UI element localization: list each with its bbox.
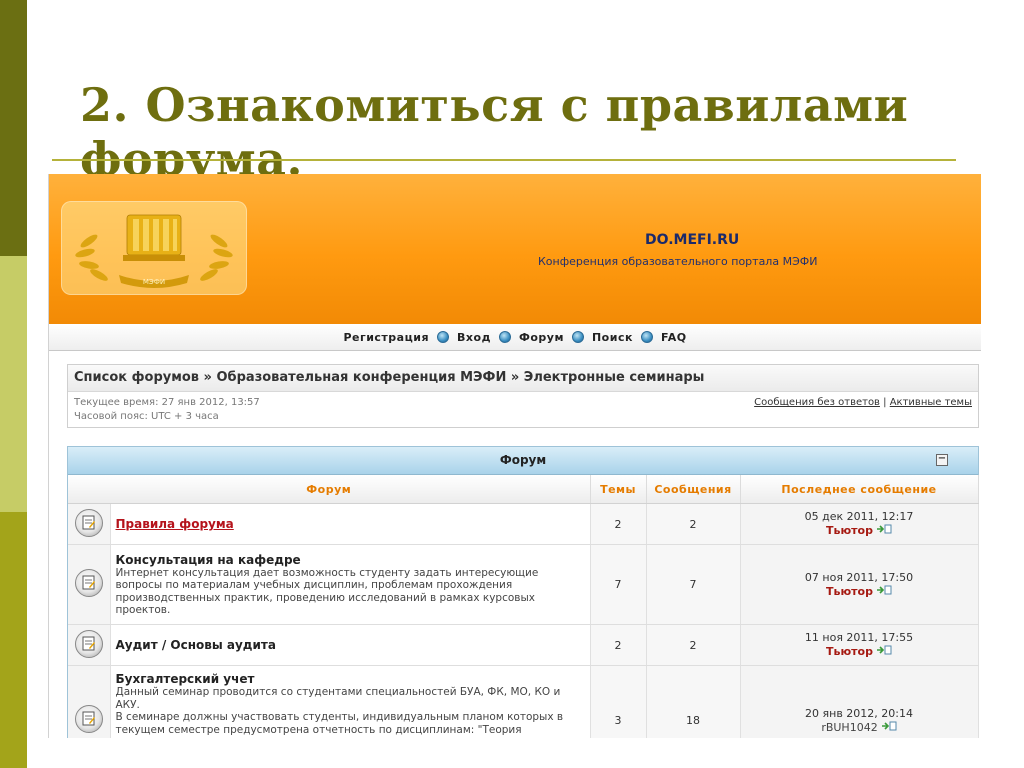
site-name[interactable]: DO.MEFI.RU [645, 232, 739, 248]
forum-description-continued: В семинаре должны участвовать студенты, … [115, 711, 564, 736]
decor-stripe-top [0, 0, 27, 256]
goto-last-post-icon[interactable] [876, 585, 892, 599]
column-header-topics: Темы [590, 475, 647, 504]
table-row: Консультация на кафедре Интернет консуль… [68, 544, 979, 625]
forum-read-icon [74, 569, 103, 597]
forum-read-icon [74, 705, 103, 733]
nav-bullet-icon [571, 331, 584, 343]
breadcrumb-panel: Список форумов » Образовательная конфере… [67, 364, 979, 428]
nav-register[interactable]: Регистрация [343, 331, 429, 344]
table-header-row: Форум Темы Сообщения Последнее сообщение [68, 475, 979, 504]
slide-title: 2. Ознакомиться с правилами форума. [80, 78, 909, 186]
link-unanswered-posts[interactable]: Сообщения без ответов [754, 397, 880, 408]
column-header-last-post: Последнее сообщение [740, 475, 979, 504]
table-row: Бухгалтерский учет Данный семинар провод… [68, 665, 979, 738]
decor-stripe-middle [0, 256, 27, 512]
breadcrumb-conference[interactable]: Образовательная конференция МЭФИ [216, 370, 506, 385]
last-post-cell: 07 ноя 2011, 17:50 Тьютор [740, 544, 979, 625]
last-post-date: 07 ноя 2011, 17:50 [804, 570, 914, 584]
quick-links: Сообщения без ответов | Активные темы [754, 396, 972, 410]
nav-search[interactable]: Поиск [592, 331, 633, 344]
forum-list-title: Форум [499, 453, 547, 467]
forum-link-rules[interactable]: Правила форума [112, 517, 589, 531]
forum-read-icon [74, 629, 103, 658]
last-post-cell: 05 дек 2011, 12:17 Тьютор [740, 503, 979, 545]
breadcrumb-seminars[interactable]: Электронные семинары [524, 370, 705, 385]
goto-last-post-icon[interactable] [881, 721, 897, 735]
last-post-cell: 20 янв 2012, 20:14 rBUH1042 [740, 665, 979, 738]
forum-screenshot: МЭФИ DO.MEFI.RU Конференция образователь… [48, 174, 981, 738]
goto-last-post-icon[interactable] [876, 524, 892, 538]
forum-read-icon [74, 508, 103, 537]
forum-description: Данный семинар проводится со студентами … [115, 686, 561, 711]
forum-link-accounting[interactable]: Бухгалтерский учет [112, 672, 589, 686]
table-row: Аудит / Основы аудита 2 2 11 ноя 2011, 1… [68, 624, 979, 666]
forum-table: Форум Темы Сообщения Последнее сообщение… [68, 475, 979, 738]
breadcrumb-forum-list[interactable]: Список форумов [74, 370, 199, 385]
last-post-cell: 11 ноя 2011, 17:55 Тьютор [740, 624, 979, 666]
last-post-author[interactable]: Тьютор [826, 585, 873, 598]
laurel-logo-icon: МЭФИ [75, 214, 233, 288]
nav-faq[interactable]: FAQ [661, 331, 687, 344]
last-post-date: 11 ноя 2011, 17:55 [804, 631, 914, 644]
forum-link-consultation[interactable]: Консультация на кафедре [112, 553, 589, 567]
posts-count: 2 [646, 624, 741, 666]
forum-list-panel: Форум − Форум Темы Сообщения Последнее с… [67, 446, 979, 738]
breadcrumb: Список форумов » Образовательная конфере… [68, 365, 978, 392]
forum-link-audit[interactable]: Аудит / Основы аудита [112, 638, 589, 652]
last-post-date: 05 дек 2011, 12:17 [804, 510, 914, 523]
nav-bullet-icon [437, 331, 450, 343]
topics-count: 3 [590, 665, 647, 738]
topics-count: 7 [590, 544, 647, 625]
collapse-button[interactable]: − [936, 454, 948, 466]
quick-links-separator: | [883, 397, 887, 408]
breadcrumb-separator: » [510, 370, 520, 385]
site-description: Конференция образовательного портала МЭФ… [538, 255, 818, 268]
last-post-author[interactable]: rBUH1042 [821, 721, 877, 734]
posts-count: 18 [646, 665, 741, 738]
table-row: Правила форума 2 2 05 дек 2011, 12:17 Ть… [68, 503, 979, 545]
column-header-posts: Сообщения [646, 475, 741, 504]
nav-login[interactable]: Вход [457, 331, 491, 344]
board-meta: Текущее время: 27 янв 2012, 13:57 Часово… [68, 392, 978, 424]
goto-last-post-icon[interactable] [876, 645, 892, 659]
link-active-topics[interactable]: Активные темы [890, 397, 972, 408]
nav-forum[interactable]: Форум [519, 331, 564, 344]
site-logo[interactable]: МЭФИ [61, 201, 247, 295]
decor-stripe-bottom [0, 512, 27, 768]
main-navigation: Регистрация Вход Форум Поиск FAQ [49, 324, 981, 351]
last-post-date: 20 янв 2012, 20:14 [805, 706, 913, 720]
title-divider [52, 159, 956, 161]
posts-count: 7 [646, 544, 741, 625]
breadcrumb-separator: » [203, 370, 212, 385]
last-post-author[interactable]: Тьютор [826, 524, 873, 537]
posts-count: 2 [646, 503, 741, 545]
nav-bullet-icon [640, 331, 653, 343]
svg-text:МЭФИ: МЭФИ [143, 278, 165, 286]
forum-list-caption: Форум − [68, 447, 978, 475]
nav-bullet-icon [498, 331, 511, 343]
site-banner: МЭФИ DO.MEFI.RU Конференция образователь… [49, 174, 981, 324]
forum-description: Интернет консультация дает возможность с… [115, 566, 539, 617]
topics-count: 2 [590, 503, 647, 545]
last-post-author[interactable]: Тьютор [826, 645, 873, 658]
timezone: Часовой пояс: UTC + 3 часа [74, 411, 219, 422]
column-header-forum: Форум [68, 475, 591, 504]
topics-count: 2 [590, 624, 647, 666]
